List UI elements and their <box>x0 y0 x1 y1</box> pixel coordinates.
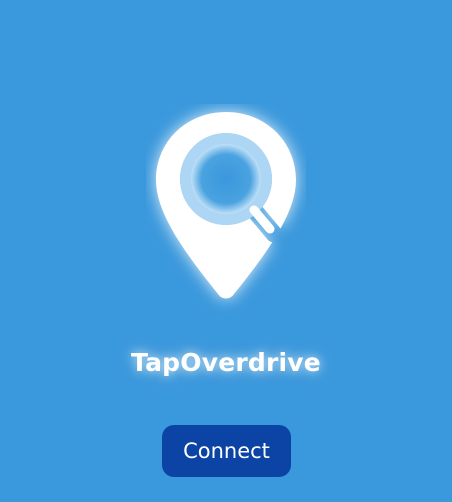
connect-button[interactable]: Connect <box>162 425 291 477</box>
app-title: TapOverdrive <box>131 348 321 377</box>
location-pin-search-icon <box>156 112 296 299</box>
app-logo <box>146 104 306 314</box>
splash-screen: TapOverdrive Connect <box>0 0 452 502</box>
